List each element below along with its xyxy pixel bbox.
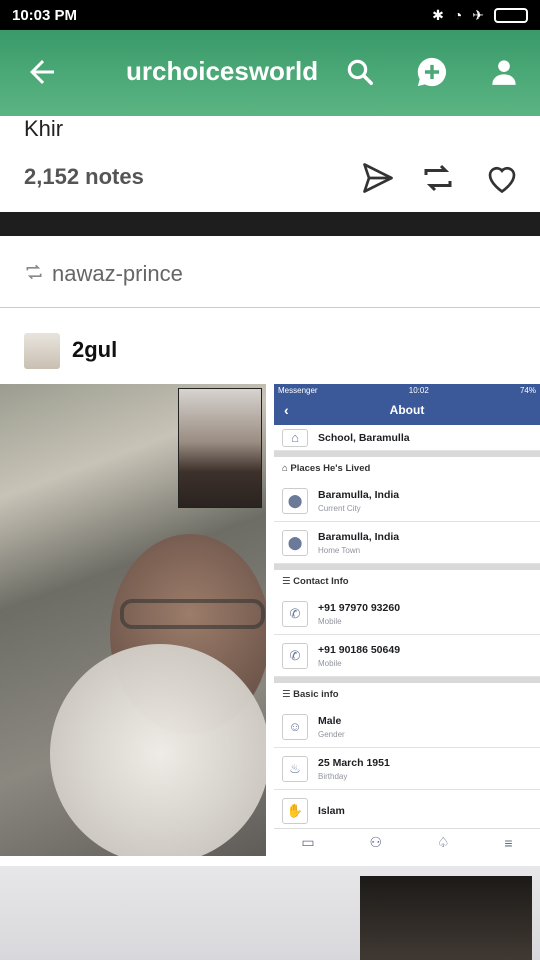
screenshot-row: ♨ 25 March 1951 Birthday — [274, 748, 540, 790]
screenshot-time: 10:02 — [408, 385, 429, 395]
status-bar: 10:03 PM ✱ ◔ ✈ — [0, 0, 540, 30]
reblog-blog-name[interactable]: nawaz-prince — [52, 261, 183, 287]
screenshot-section-header: ☰ Basic info — [274, 677, 540, 706]
wifi-icon: ◔ — [453, 7, 463, 23]
post-photo-next[interactable] — [0, 866, 540, 960]
search-button[interactable] — [340, 52, 380, 92]
reblog-row[interactable]: nawaz-prince — [0, 236, 540, 308]
screenshot-section-header: ⌂ Places He's Lived — [274, 451, 540, 480]
back-arrow-icon[interactable] — [24, 54, 60, 90]
screenshot-header: ‹ About — [274, 396, 540, 425]
app-bar: urchoicesworld — [0, 30, 540, 116]
home-icon: ⌂ — [282, 463, 291, 474]
notes-count[interactable]: 2,152 notes — [24, 164, 144, 190]
screenshot-tab-bar: ▭ ⚇ ♤ ≡ — [274, 828, 540, 856]
beard-image — [50, 644, 266, 856]
screenshot-status-bar: Messenger 10:02 74% — [274, 384, 540, 396]
video-call-preview — [360, 876, 532, 960]
reblog-icon[interactable] — [420, 160, 456, 196]
screenshot-row: ✋ Islam — [274, 790, 540, 832]
author-row[interactable]: 2gul — [0, 309, 540, 384]
friends-icon: ⚇ — [369, 834, 383, 850]
screenshot-row: ⬤ Baramulla, India Current City — [274, 480, 540, 522]
new-message-button[interactable] — [412, 52, 452, 92]
post-photo-screenshot[interactable]: Messenger 10:02 74% ‹ About ⌂ School, Ba… — [274, 384, 540, 856]
screenshot-row: ✆ +91 90186 50649 Mobile — [274, 635, 540, 677]
screenshot-title: About — [389, 403, 425, 417]
bluetooth-icon: ✱ — [432, 6, 444, 23]
screenshot-row: ⬤ Baramulla, India Home Town — [274, 522, 540, 564]
phone-icon: ✆ — [282, 642, 308, 669]
screenshot-row: ☺ Male Gender — [274, 706, 540, 748]
news-feed-icon: ▭ — [301, 834, 315, 850]
reblog-small-icon — [26, 264, 42, 280]
status-time: 10:03 PM — [12, 6, 78, 24]
post-footer: Khir 2,152 notes — [0, 116, 540, 212]
screenshot-battery: 74% — [519, 385, 536, 395]
account-button[interactable] — [484, 52, 524, 92]
author-avatar[interactable] — [24, 333, 60, 369]
user-icon — [492, 60, 516, 85]
person-icon: ☺ — [282, 713, 308, 740]
location-pin-icon: ⬤ — [282, 529, 308, 556]
airplane-icon: ✈ — [472, 6, 484, 23]
glasses-image — [120, 599, 265, 629]
list-icon: ☰ — [282, 576, 294, 587]
blog-title: urchoicesworld — [126, 56, 319, 86]
menu-icon: ≡ — [504, 834, 513, 851]
list-icon: ☰ — [282, 689, 294, 700]
status-icons: ✱ ◔ ✈ — [432, 7, 528, 24]
post-caption: Khir — [24, 116, 64, 141]
cake-icon: ♨ — [282, 755, 308, 782]
like-heart-icon[interactable] — [484, 160, 520, 196]
praying-hands-icon: ✋ — [282, 797, 308, 824]
post-separator — [0, 212, 540, 236]
screenshot-row-text: School, Baramulla — [318, 431, 410, 444]
share-icon[interactable] — [360, 160, 396, 196]
screenshot-app-label: Messenger — [278, 385, 318, 395]
author-name[interactable]: 2gul — [72, 337, 117, 363]
search-icon — [347, 59, 373, 85]
screenshot-back-icon: ‹ — [284, 402, 289, 418]
school-icon: ⌂ — [282, 428, 308, 447]
battery-icon — [494, 7, 528, 23]
phone-icon: ✆ — [282, 600, 308, 627]
screenshot-row: ⌂ School, Baramulla — [274, 425, 540, 451]
location-pin-icon: ⬤ — [282, 487, 308, 514]
video-call-preview — [178, 388, 262, 508]
post-photo-left[interactable] — [0, 384, 266, 856]
screenshot-section-header: ☰ Contact Info — [274, 564, 540, 593]
screenshot-row: ✆ +91 97970 93260 Mobile — [274, 593, 540, 635]
chat-add-icon — [417, 57, 447, 87]
bell-icon: ♤ — [436, 834, 450, 850]
